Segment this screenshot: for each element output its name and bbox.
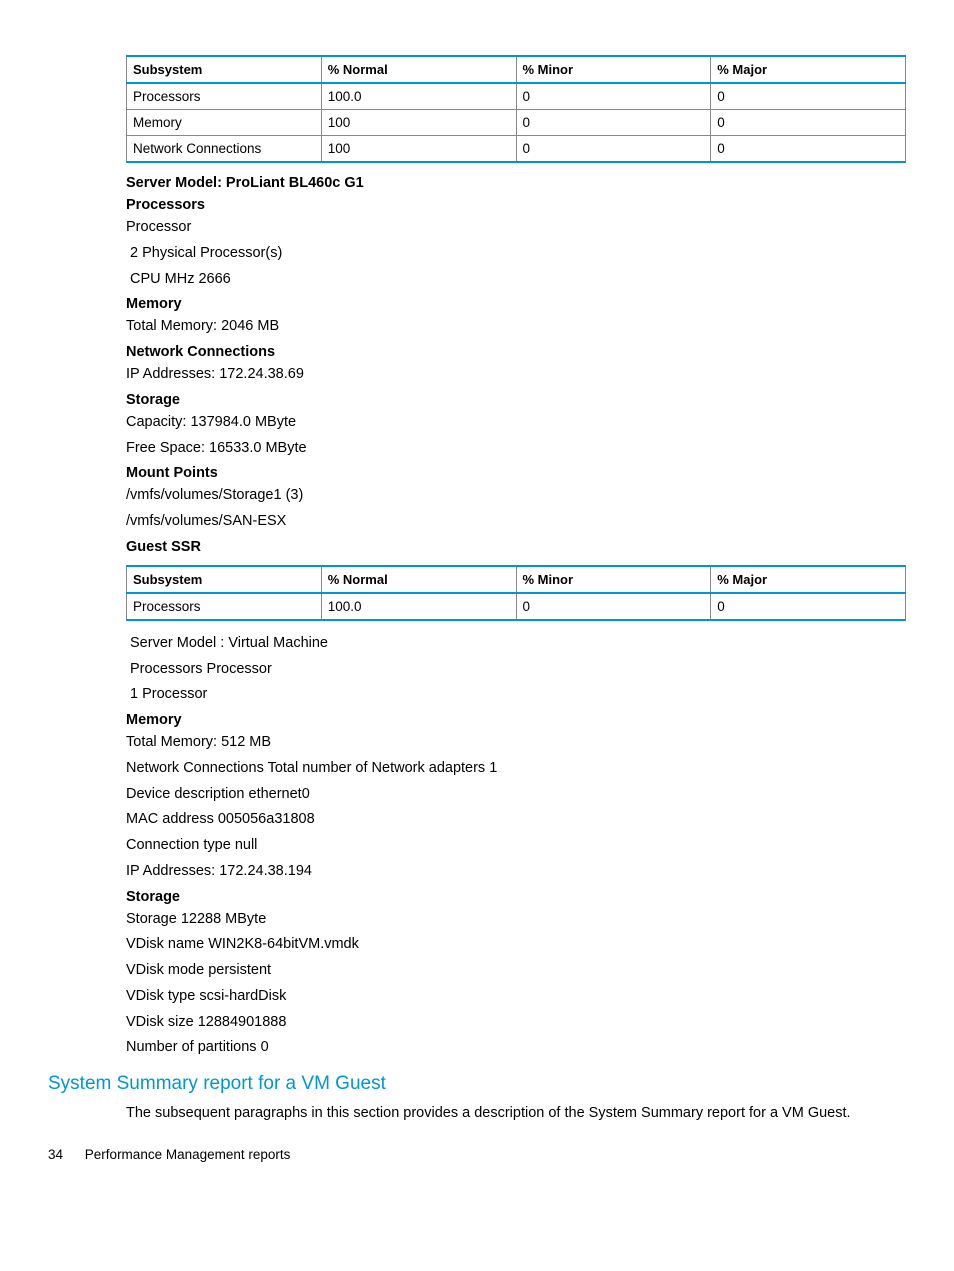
guest-vdisk-type: VDisk type scsi-hardDisk (126, 986, 906, 1008)
col-major: % Major (711, 56, 906, 83)
col-major: % Major (711, 566, 906, 593)
subsystem-table-host: Subsystem % Normal % Minor % Major Proce… (126, 55, 906, 163)
page-number: 34 (48, 1147, 63, 1162)
cpu-mhz: CPU MHz 2666 (130, 269, 906, 291)
physical-processors: 2 Physical Processor(s) (130, 243, 906, 265)
table-row: Memory 100 0 0 (127, 110, 906, 136)
guest-network-adapters: Network Connections Total number of Netw… (126, 758, 906, 780)
guest-memory-heading: Memory (126, 712, 906, 728)
table-row: Processors 100.0 0 0 (127, 593, 906, 620)
col-normal: % Normal (321, 566, 516, 593)
guest-storage-heading: Storage (126, 889, 906, 905)
section-heading: System Summary report for a VM Guest (48, 1073, 906, 1095)
guest-total-memory: Total Memory: 512 MB (126, 732, 906, 754)
guest-vdisk-mode: VDisk mode persistent (126, 960, 906, 982)
total-memory: Total Memory: 2046 MB (126, 316, 906, 338)
col-minor: % Minor (516, 566, 711, 593)
table-row: Processors 100.0 0 0 (127, 83, 906, 110)
col-subsystem: Subsystem (127, 566, 322, 593)
mount-point-2: /vmfs/volumes/SAN-ESX (126, 511, 906, 533)
ip-addresses: IP Addresses: 172.24.38.69 (126, 364, 906, 386)
table-header-row: Subsystem % Normal % Minor % Major (127, 56, 906, 83)
guest-storage-size: Storage 12288 MByte (126, 909, 906, 931)
footer-title: Performance Management reports (85, 1147, 291, 1162)
col-subsystem: Subsystem (127, 56, 322, 83)
col-normal: % Normal (321, 56, 516, 83)
page-footer: 34 Performance Management reports (48, 1147, 906, 1162)
section-paragraph: The subsequent paragraphs in this sectio… (126, 1103, 906, 1125)
storage-capacity: Capacity: 137984.0 MByte (126, 412, 906, 434)
mount-points-heading: Mount Points (126, 465, 906, 481)
mount-point-1: /vmfs/volumes/Storage1 (3) (126, 485, 906, 507)
processors-heading: Processors (126, 197, 906, 213)
guest-ip-addresses: IP Addresses: 172.24.38.194 (126, 861, 906, 883)
server-model-heading: Server Model: ProLiant BL460c G1 (126, 175, 906, 191)
memory-heading: Memory (126, 296, 906, 312)
processor-label: Processor (126, 217, 906, 239)
storage-heading: Storage (126, 392, 906, 408)
network-heading: Network Connections (126, 344, 906, 360)
subsystem-table-guest: Subsystem % Normal % Minor % Major Proce… (126, 565, 906, 621)
col-minor: % Minor (516, 56, 711, 83)
guest-num-partitions: Number of partitions 0 (126, 1037, 906, 1059)
guest-vdisk-name: VDisk name WIN2K8-64bitVM.vmdk (126, 934, 906, 956)
guest-vdisk-size: VDisk size 12884901888 (126, 1012, 906, 1034)
guest-one-processor: 1 Processor (130, 684, 906, 706)
table-header-row: Subsystem % Normal % Minor % Major (127, 566, 906, 593)
guest-mac-address: MAC address 005056a31808 (126, 809, 906, 831)
guest-processors-label: Processors Processor (130, 659, 906, 681)
guest-device-desc: Device description ethernet0 (126, 784, 906, 806)
table-row: Network Connections 100 0 0 (127, 136, 906, 163)
guest-server-model: Server Model : Virtual Machine (130, 633, 906, 655)
guest-connection-type: Connection type null (126, 835, 906, 857)
guest-ssr-heading: Guest SSR (126, 539, 906, 555)
storage-free-space: Free Space: 16533.0 MByte (126, 438, 906, 460)
